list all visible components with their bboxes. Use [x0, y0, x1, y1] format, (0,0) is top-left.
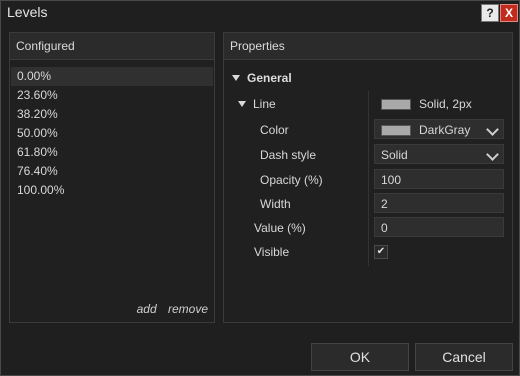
visible-checkbox[interactable]: ✔ [374, 245, 388, 259]
value-label: Value (%) [254, 221, 306, 235]
triangle-down-icon [238, 100, 246, 107]
list-actions: add remove [129, 302, 208, 316]
chevron-down-icon [486, 123, 499, 136]
general-section-toggle[interactable]: General [232, 71, 292, 85]
visible-label: Visible [254, 245, 290, 259]
help-icon[interactable]: ? [481, 4, 499, 22]
list-item[interactable]: 76.40% [11, 162, 213, 181]
triangle-down-icon [232, 74, 240, 81]
list-item[interactable]: 23.60% [11, 86, 213, 105]
chevron-down-icon [486, 148, 499, 161]
cancel-button[interactable]: Cancel [415, 343, 513, 371]
list-item[interactable]: 61.80% [11, 143, 213, 162]
color-value: DarkGray [419, 123, 471, 137]
list-item[interactable]: 50.00% [11, 124, 213, 143]
dash-style-label: Dash style [260, 148, 317, 162]
dash-style-value: Solid [381, 148, 408, 162]
remove-link[interactable]: remove [168, 302, 208, 316]
color-dropdown[interactable]: DarkGray [374, 119, 504, 139]
property-grid-divider [368, 91, 369, 266]
opacity-label: Opacity (%) [260, 173, 323, 187]
properties-header: Properties [224, 33, 512, 60]
list-item[interactable]: 38.20% [11, 105, 213, 124]
configured-header: Configured [10, 33, 214, 60]
add-link[interactable]: add [137, 302, 157, 316]
line-label: Line [253, 97, 276, 111]
line-color-swatch [381, 99, 411, 111]
general-section-label: General [247, 71, 292, 85]
close-icon[interactable]: X [500, 4, 518, 22]
title-bar: Levels ? X [1, 1, 519, 24]
line-group-toggle[interactable]: Line [238, 97, 276, 111]
color-swatch [381, 125, 411, 137]
levels-dialog: Levels ? X Configured 0.00% 23.60% 38.20… [0, 0, 520, 376]
list-item[interactable]: 0.00% [11, 67, 213, 86]
value-field[interactable]: 0 [374, 217, 504, 237]
configured-panel: Configured 0.00% 23.60% 38.20% 50.00% 61… [9, 32, 215, 323]
dash-style-dropdown[interactable]: Solid [374, 144, 504, 164]
properties-panel: Properties General Line Solid, 2px Color… [223, 32, 513, 323]
line-value: Solid, 2px [419, 97, 472, 111]
levels-list: 0.00% 23.60% 38.20% 50.00% 61.80% 76.40%… [11, 67, 213, 200]
checkmark-icon: ✔ [376, 246, 386, 257]
opacity-field[interactable]: 100 [374, 169, 504, 189]
width-field[interactable]: 2 [374, 193, 504, 213]
width-label: Width [260, 197, 291, 211]
ok-button[interactable]: OK [311, 343, 409, 371]
window-title: Levels [7, 4, 48, 20]
color-label: Color [260, 123, 289, 137]
list-item[interactable]: 100.00% [11, 181, 213, 200]
line-summary: Solid, 2px [381, 97, 472, 111]
